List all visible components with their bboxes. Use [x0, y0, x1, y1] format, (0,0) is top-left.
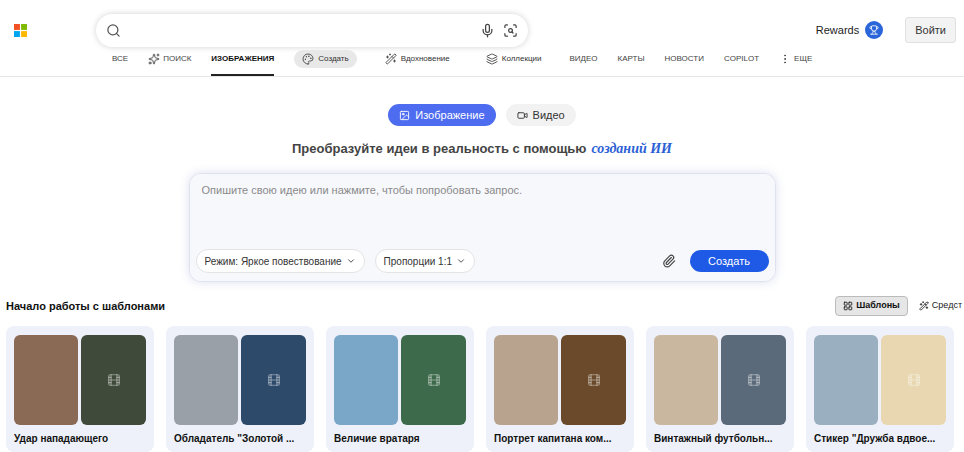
- prompt-box: Опишите свою идею или нажмите, чтобы поп…: [189, 173, 776, 282]
- template-card-title: Стикер "Дружба вдвое...: [814, 431, 946, 446]
- template-card-title: Винтажный футбольн...: [654, 431, 786, 446]
- more-icon: [779, 53, 791, 65]
- copilot-icon: [148, 53, 160, 65]
- nav-pill[interactable]: Вдохновение: [377, 50, 458, 68]
- result-photo: [401, 335, 466, 425]
- mode-toggle: Изображение Видео: [0, 104, 964, 126]
- result-photo: [561, 335, 626, 425]
- rewards-badge-icon[interactable]: [865, 21, 883, 39]
- mode-toggle-button[interactable]: Видео: [506, 104, 576, 126]
- templates-filter[interactable]: Средст: [912, 296, 964, 316]
- headline-highlight: созданий ИИ: [591, 138, 672, 159]
- microphone-icon[interactable]: [480, 23, 495, 38]
- search-box[interactable]: [96, 14, 528, 47]
- portrait-photo: [14, 335, 78, 425]
- attach-icon[interactable]: [662, 254, 676, 268]
- template-card-title: Портрет капитана ком...: [494, 431, 626, 446]
- nav-tab[interactable]: ПОИСК: [148, 53, 191, 76]
- result-photo: [721, 335, 786, 425]
- template-card-title: Величие вратаря: [334, 431, 466, 446]
- collections-icon: [486, 53, 498, 65]
- template-card[interactable]: Обладатель "Золотой ...: [166, 326, 314, 452]
- template-card[interactable]: Удар нападающего: [6, 326, 154, 452]
- nav-tab[interactable]: НОВОСТИ: [665, 53, 704, 76]
- chevron-down-icon: [346, 256, 356, 266]
- template-card-title: Удар нападающего: [14, 431, 146, 446]
- nav-pill[interactable]: Коллекции: [478, 50, 550, 68]
- templates-title: Начало работы с шаблонами: [6, 298, 165, 315]
- nav-tab[interactable]: КАРТЫ: [618, 53, 645, 76]
- portrait-photo: [174, 335, 238, 425]
- portrait-photo: [814, 335, 878, 425]
- image-icon: [399, 110, 410, 121]
- sign-in-button[interactable]: Войти: [905, 17, 956, 44]
- microsoft-logo-icon[interactable]: [14, 24, 27, 37]
- template-card[interactable]: Стикер "Дружба вдвое...: [806, 326, 954, 452]
- nav-tab[interactable]: ВИДЕО: [570, 53, 598, 76]
- prompt-input[interactable]: Опишите свою идею или нажмите, чтобы поп…: [190, 174, 775, 241]
- nav-bar: ВСЕПОИСКИЗОБРАЖЕНИЯСоздатьВдохновениеКол…: [0, 58, 964, 77]
- nav-tab[interactable]: ЕЩЕ: [779, 53, 812, 76]
- result-photo: [881, 335, 946, 425]
- template-card-title: Обладатель "Золотой ...: [174, 431, 306, 446]
- video-icon: [517, 110, 528, 121]
- template-card[interactable]: Портрет капитана ком...: [486, 326, 634, 452]
- inspiration-icon: [385, 53, 397, 65]
- tools-icon: [919, 301, 929, 311]
- nav-tab[interactable]: ИЗОБРАЖЕНИЯ: [211, 53, 274, 76]
- chevron-down-icon: [456, 256, 466, 266]
- rewards-label[interactable]: Rewards: [816, 22, 859, 39]
- header: Rewards Войти: [0, 0, 964, 58]
- nav-tab[interactable]: ВСЕ: [112, 53, 128, 76]
- nav-tab[interactable]: COPILOT: [724, 53, 759, 76]
- portrait-photo: [654, 335, 718, 425]
- template-card[interactable]: Величие вратаря: [326, 326, 474, 452]
- page: RewardsВойтиВСЕПОИСКИЗОБРАЖЕНИЯСоздатьВд…: [0, 0, 964, 452]
- templates-icon: [843, 301, 853, 311]
- nav-pill[interactable]: Создать: [294, 50, 356, 68]
- template-card[interactable]: Винтажный футбольн...: [646, 326, 794, 452]
- palette-icon: [302, 53, 314, 65]
- result-photo: [81, 335, 146, 425]
- templates-filter[interactable]: Шаблоны: [835, 296, 908, 316]
- result-photo: [241, 335, 306, 425]
- visual-search-icon[interactable]: [503, 23, 518, 38]
- mode-dropdown[interactable]: Режим: Яркое повествование: [196, 249, 365, 273]
- search-icon: [106, 23, 121, 38]
- mode-toggle-button[interactable]: Изображение: [388, 104, 495, 126]
- create-button[interactable]: Создать: [690, 250, 769, 272]
- portrait-photo: [494, 335, 558, 425]
- headline: Преобразуйте идеи в реальность с помощью…: [0, 138, 964, 159]
- portrait-photo: [334, 335, 398, 425]
- ratio-dropdown[interactable]: Пропорции 1:1: [375, 249, 475, 273]
- template-cards: Удар нападающего Обладатель "Золотой ... В…: [0, 326, 964, 452]
